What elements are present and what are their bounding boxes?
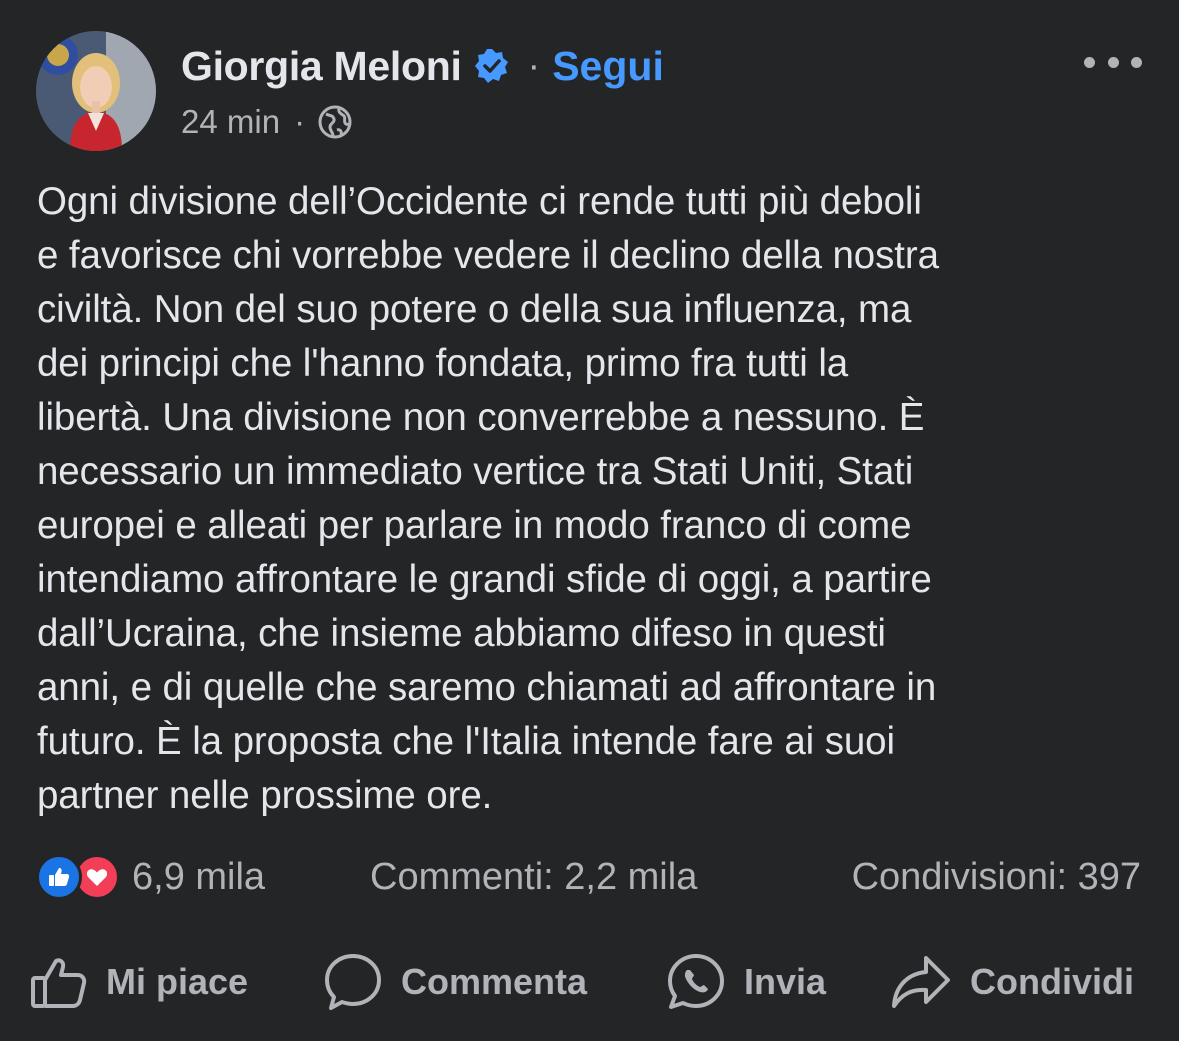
whatsapp-icon [668, 954, 724, 1009]
post-text-line: necessario un immediato vertice tra Stat… [37, 450, 914, 493]
reactions-summary[interactable]: 6,9 mila [36, 853, 265, 901]
share-label: Condividi [970, 961, 1134, 1002]
send-label: Invia [744, 961, 827, 1002]
like-reaction-icon [36, 854, 82, 900]
comment-button[interactable]: Commenta [323, 952, 587, 1012]
post-text-line: e favorisce chi vorrebbe vedere il decli… [37, 234, 939, 277]
post-text-line: dei principi che l'hanno fondata, primo … [37, 342, 849, 385]
like-button[interactable]: Mi piace [30, 952, 248, 1012]
globe-icon [317, 104, 353, 140]
separator-dot: · [527, 44, 541, 87]
comment-bubble-icon [325, 954, 381, 1010]
comment-label: Commenta [401, 961, 588, 1002]
like-label: Mi piace [106, 961, 249, 1002]
post-text-line: intendiamo affrontare le grandi sfide di… [37, 558, 932, 601]
post-text-line: Ogni divisione dell’Occidente ci rende t… [37, 180, 922, 223]
post-text-line: civiltà. Non del suo potere o della sua … [37, 288, 912, 331]
post-text-line: anni, e di quelle che saremo chiamati ad… [37, 666, 937, 709]
share-button[interactable]: Condividi [890, 952, 1134, 1012]
post-body: Ogni divisione dell’Occidente ci rende t… [37, 175, 1147, 823]
more-dots-icon [1107, 56, 1119, 68]
post-header: Giorgia Meloni · Segui 24 min · [0, 0, 1179, 160]
send-button[interactable]: Invia [666, 952, 826, 1012]
post-text-line: libertà. Una divisione non converrebbe a… [37, 396, 925, 439]
comments-count[interactable]: Commenti: 2,2 mila [370, 853, 697, 901]
author-name[interactable]: Giorgia Meloni [181, 43, 462, 90]
action-bar: Mi piace Commenta Invia Condividi [0, 942, 1179, 1022]
thumbs-up-icon [31, 958, 87, 1008]
post-meta: 24 min · [181, 100, 353, 144]
avatar[interactable] [36, 31, 156, 151]
share-arrow-icon [892, 956, 950, 1008]
stats-bar: 6,9 mila Commenti: 2,2 mila Condivisioni… [0, 845, 1179, 909]
post-text-line: futuro. È la proposta che l'Italia inten… [37, 720, 895, 763]
more-options-button[interactable] [1084, 50, 1142, 74]
reaction-count: 6,9 mila [132, 855, 266, 898]
avatar-image [36, 31, 156, 151]
post-timestamp[interactable]: 24 min [181, 103, 280, 141]
post-text-line: dall’Ucraina, che insieme abbiamo difeso… [37, 612, 886, 655]
shares-count[interactable]: Condivisioni: 397 [852, 853, 1141, 901]
meta-separator: · [294, 103, 306, 140]
more-dots-icon [1084, 56, 1095, 68]
follow-button[interactable]: Segui [552, 43, 664, 90]
author-line: Giorgia Meloni · Segui [181, 40, 664, 92]
post-text-line: europei e alleati per parlare in modo fr… [37, 504, 912, 547]
verified-badge-icon [474, 48, 510, 84]
more-dots-icon [1131, 56, 1142, 68]
post-text-line: partner nelle prossime ore. [37, 774, 493, 817]
